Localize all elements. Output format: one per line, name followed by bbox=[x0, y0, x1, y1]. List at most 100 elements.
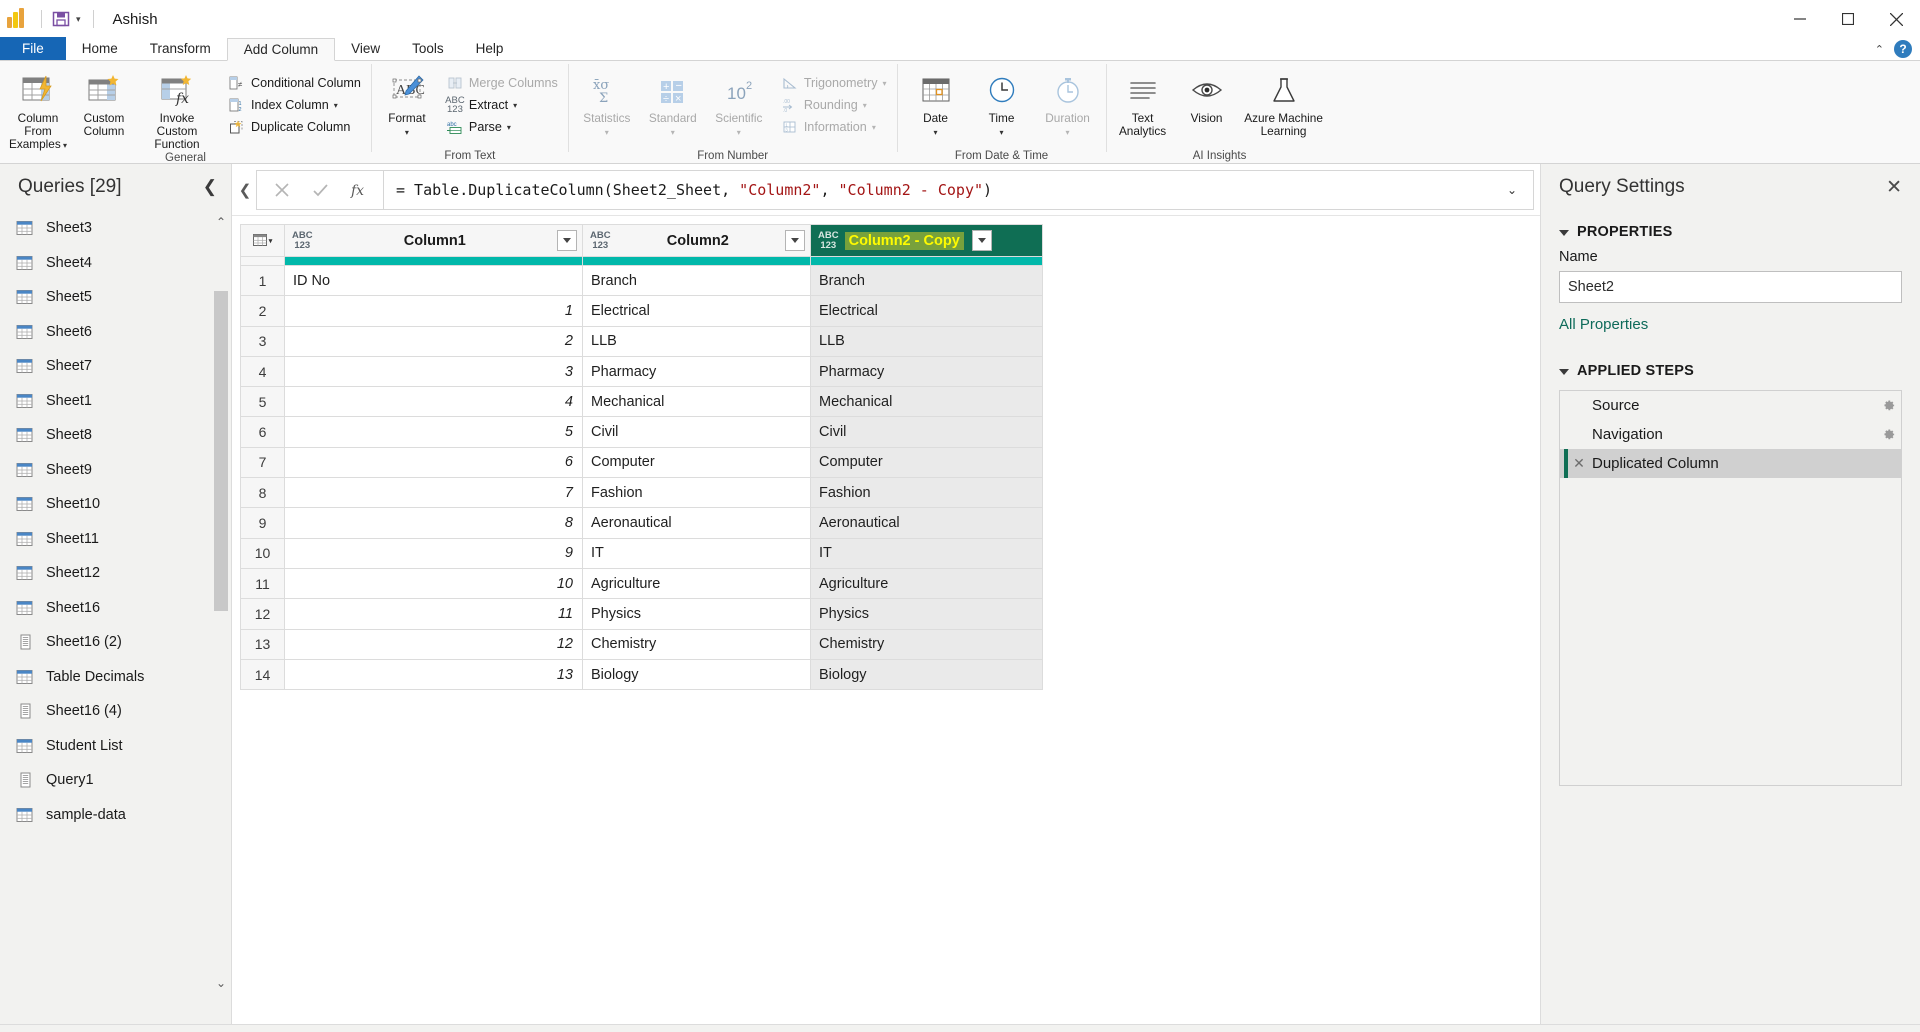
applied-step[interactable]: Source bbox=[1560, 391, 1901, 420]
query-list-item[interactable]: Sheet12 bbox=[0, 556, 231, 591]
cell-column2-copy[interactable]: Electrical bbox=[811, 296, 1043, 326]
grid-column-header[interactable]: ABC123Column2 bbox=[583, 225, 811, 257]
cell-column2[interactable]: IT bbox=[583, 538, 811, 568]
cell-column2-copy[interactable]: Fashion bbox=[811, 478, 1043, 508]
table-row[interactable]: 65CivilCivil bbox=[241, 417, 1043, 447]
column-header-cell[interactable]: ABC123Column2 - Copy bbox=[811, 225, 1042, 256]
invoke-custom-function-button[interactable]: fx Invoke Custom Function bbox=[138, 66, 216, 151]
table-row[interactable]: 1312ChemistryChemistry bbox=[241, 629, 1043, 659]
query-list-item[interactable]: Student List bbox=[0, 729, 231, 764]
table-row[interactable]: 1ID NoBranchBranch bbox=[241, 266, 1043, 296]
text-analytics-button[interactable]: Text Analytics bbox=[1113, 66, 1173, 138]
applied-steps-section-header[interactable]: APPLIED STEPS bbox=[1559, 363, 1902, 379]
cell-column1[interactable]: 11 bbox=[285, 599, 583, 629]
properties-section-header[interactable]: PROPERTIES bbox=[1559, 224, 1902, 240]
step-settings-gear-icon[interactable] bbox=[1875, 398, 1901, 413]
table-row[interactable]: 98AeronauticalAeronautical bbox=[241, 508, 1043, 538]
cell-column1[interactable]: 6 bbox=[285, 447, 583, 477]
cell-column1[interactable]: 9 bbox=[285, 538, 583, 568]
cell-column2[interactable]: Branch bbox=[583, 266, 811, 296]
minimize-icon[interactable] bbox=[1776, 0, 1824, 38]
query-list-item[interactable]: Sheet4 bbox=[0, 246, 231, 281]
cell-column2-copy[interactable]: Chemistry bbox=[811, 629, 1043, 659]
save-icon[interactable] bbox=[51, 9, 71, 29]
parse-button[interactable]: abc Parse ▾ bbox=[442, 116, 562, 138]
applied-step[interactable]: ✕Duplicated Column bbox=[1560, 449, 1901, 478]
cell-column2-copy[interactable]: Aeronautical bbox=[811, 508, 1043, 538]
scientific-button[interactable]: 10 2 Scientific ▾ bbox=[707, 66, 771, 139]
cell-column1[interactable]: 13 bbox=[285, 659, 583, 689]
standard-button[interactable]: + − ÷ × Standard ▾ bbox=[641, 66, 705, 139]
cell-column2[interactable]: LLB bbox=[583, 326, 811, 356]
cell-column2[interactable]: Civil bbox=[583, 417, 811, 447]
cell-column2-copy[interactable]: Mechanical bbox=[811, 387, 1043, 417]
information-button[interactable]: 1 3 Information ▾ bbox=[777, 116, 891, 138]
tab-transform[interactable]: Transform bbox=[134, 37, 227, 60]
column-filter-dropdown-icon[interactable] bbox=[785, 230, 805, 251]
cell-column2-copy[interactable]: Computer bbox=[811, 447, 1043, 477]
column-header-cell[interactable]: ABC123Column1 bbox=[285, 225, 582, 256]
table-row[interactable]: 54MechanicalMechanical bbox=[241, 387, 1043, 417]
tab-tools[interactable]: Tools bbox=[396, 37, 460, 60]
duplicate-column-button[interactable]: Duplicate Column bbox=[224, 116, 365, 138]
cell-column2-copy[interactable]: Physics bbox=[811, 599, 1043, 629]
maximize-icon[interactable] bbox=[1824, 0, 1872, 38]
query-list-item[interactable]: Sheet16 (4) bbox=[0, 694, 231, 729]
table-row[interactable]: 21ElectricalElectrical bbox=[241, 296, 1043, 326]
cell-column2-copy[interactable]: Civil bbox=[811, 417, 1043, 447]
close-icon[interactable]: ✕ bbox=[1886, 176, 1902, 199]
tab-add-column[interactable]: Add Column bbox=[227, 38, 335, 61]
tab-file[interactable]: File bbox=[0, 37, 66, 60]
cell-column1[interactable]: ID No bbox=[285, 266, 583, 296]
query-list-item[interactable]: Sheet5 bbox=[0, 280, 231, 315]
query-list-item[interactable]: Sheet7 bbox=[0, 349, 231, 384]
close-icon[interactable] bbox=[1872, 0, 1920, 38]
column-header-cell[interactable]: ABC123Column2 bbox=[583, 225, 810, 256]
scroll-up-chevron-up-icon[interactable]: ⌃ bbox=[211, 209, 231, 235]
scrollbar-thumb[interactable] bbox=[214, 291, 228, 611]
query-list-item[interactable]: Sheet16 (2) bbox=[0, 625, 231, 660]
table-row[interactable]: 109ITIT bbox=[241, 538, 1043, 568]
help-icon[interactable]: ? bbox=[1894, 40, 1912, 58]
query-list-item[interactable]: Sheet6 bbox=[0, 315, 231, 350]
cell-column2[interactable]: Computer bbox=[583, 447, 811, 477]
collapse-queries-chevron-left-icon[interactable]: ❮ bbox=[203, 177, 217, 197]
query-list-item[interactable]: sample-data bbox=[0, 798, 231, 833]
cell-column2[interactable]: Agriculture bbox=[583, 568, 811, 598]
cell-column2-copy[interactable]: LLB bbox=[811, 326, 1043, 356]
query-list-item[interactable]: Sheet10 bbox=[0, 487, 231, 522]
query-list-item[interactable]: Sheet11 bbox=[0, 522, 231, 557]
cell-column1[interactable]: 12 bbox=[285, 629, 583, 659]
column-from-examples-button[interactable]: Column From Examples ▾ bbox=[6, 66, 70, 152]
table-row[interactable]: 43PharmacyPharmacy bbox=[241, 356, 1043, 386]
vision-button[interactable]: Vision bbox=[1175, 66, 1239, 125]
date-button[interactable]: Date ▾ bbox=[904, 66, 968, 139]
statistics-button[interactable]: x̄σ Σ Statistics ▾ bbox=[575, 66, 639, 139]
delete-step-x-icon[interactable]: ✕ bbox=[1568, 455, 1590, 472]
table-row[interactable]: 87FashionFashion bbox=[241, 478, 1043, 508]
cell-column1[interactable]: 1 bbox=[285, 296, 583, 326]
cell-column1[interactable]: 4 bbox=[285, 387, 583, 417]
cell-column2[interactable]: Biology bbox=[583, 659, 811, 689]
cell-column2[interactable]: Pharmacy bbox=[583, 356, 811, 386]
query-list-item[interactable]: Sheet9 bbox=[0, 453, 231, 488]
grid-column-header[interactable]: ABC123Column1 bbox=[285, 225, 583, 257]
table-row[interactable]: 1413BiologyBiology bbox=[241, 659, 1043, 689]
cell-column1[interactable]: 10 bbox=[285, 568, 583, 598]
cell-column2[interactable]: Electrical bbox=[583, 296, 811, 326]
query-list-item[interactable]: Table Decimals bbox=[0, 660, 231, 695]
format-button[interactable]: ABC Format ▾ bbox=[378, 66, 436, 139]
merge-columns-button[interactable]: Merge Columns bbox=[442, 72, 562, 94]
query-list-item[interactable]: Sheet16 bbox=[0, 591, 231, 626]
formula-collapse-chevron-left-icon[interactable]: ❮ bbox=[234, 181, 256, 199]
scroll-down-chevron-down-icon[interactable]: ⌄ bbox=[211, 970, 231, 996]
cell-column1[interactable]: 8 bbox=[285, 508, 583, 538]
cell-column1[interactable]: 5 bbox=[285, 417, 583, 447]
table-row[interactable]: 76ComputerComputer bbox=[241, 447, 1043, 477]
trigonometry-button[interactable]: Trigonometry ▾ bbox=[777, 72, 891, 94]
accept-check-icon[interactable] bbox=[301, 171, 339, 209]
cell-column1[interactable]: 7 bbox=[285, 478, 583, 508]
tab-help[interactable]: Help bbox=[460, 37, 520, 60]
time-button[interactable]: Time ▾ bbox=[970, 66, 1034, 139]
select-all-table-icon[interactable]: ▾ bbox=[241, 225, 285, 257]
